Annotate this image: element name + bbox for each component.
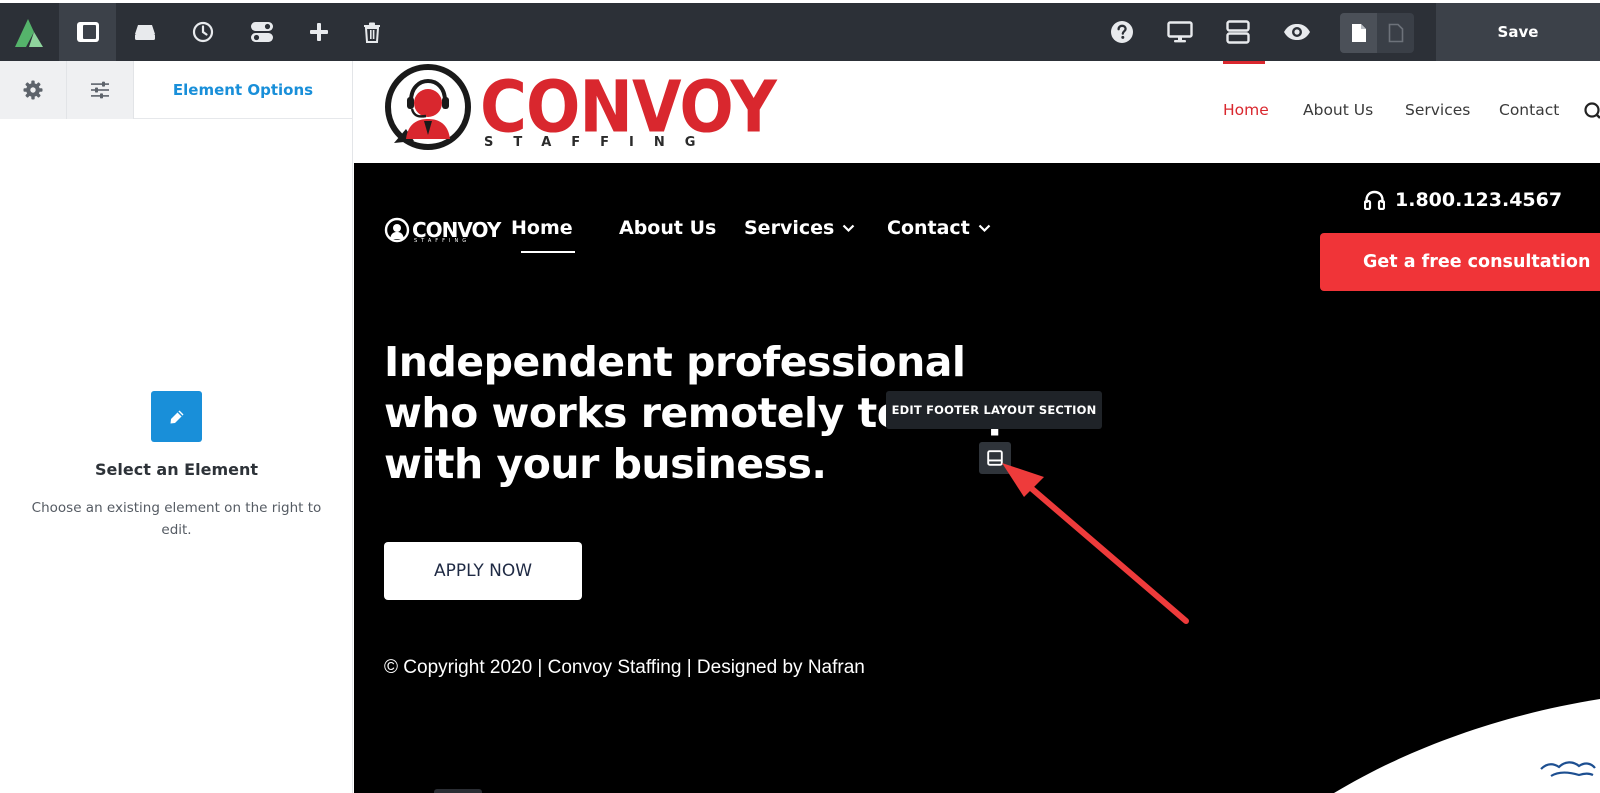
global-elements-button[interactable] [233,3,290,61]
avada-logo-button[interactable] [0,3,57,61]
empty-state-description: Choose an existing element on the right … [31,500,322,538]
builder-bottom-tab[interactable] [434,789,482,793]
tab-options[interactable] [67,61,134,119]
plus-icon [309,23,328,41]
preview-button[interactable] [1268,3,1325,61]
tab-settings[interactable] [0,61,67,119]
toggle-sidebar-button[interactable] [59,3,116,61]
edit-tile [151,391,202,442]
sidebar-toggle-icon [76,22,99,42]
sections-icon [1225,20,1250,44]
page-outline-view-button[interactable] [1377,13,1414,53]
trash-icon [363,22,380,43]
sliders-icon [91,81,109,99]
eye-icon [1283,24,1310,40]
page-view-toggle [1340,13,1414,53]
builder-toolbar: Save [0,0,1600,61]
desktop-preview-button[interactable] [1151,3,1208,61]
pencil-icon [170,410,183,423]
sidebar-tabs: Element Options [0,61,352,119]
gear-icon [23,80,43,100]
toggle-icon [250,22,273,42]
element-options-sidebar: Element Options Select an Element Choose… [0,61,353,793]
help-button[interactable] [1093,3,1150,61]
page-preview[interactable]: CONVOY STAFFING Home About Us Services C… [354,61,1600,793]
empty-state: Select an Element Choose an existing ele… [0,391,353,541]
add-element-button[interactable] [290,3,347,61]
layout-icon [134,25,155,40]
save-button[interactable]: Save [1436,3,1600,61]
empty-state-title: Select an Element [95,460,258,479]
page-icon [1351,24,1366,42]
page-outline-icon [1388,23,1403,43]
sections-button[interactable] [1209,3,1266,61]
annotation-arrow [1002,463,1189,624]
page-view-button[interactable] [1340,13,1377,53]
layouts-button[interactable] [116,3,173,61]
help-icon [1110,21,1133,43]
history-icon [192,21,213,43]
history-button[interactable] [174,3,231,61]
tab-element-options[interactable]: Element Options [134,61,352,118]
desktop-icon [1166,21,1193,43]
clear-layout-button[interactable] [343,3,400,61]
avada-logo-icon [14,19,43,47]
